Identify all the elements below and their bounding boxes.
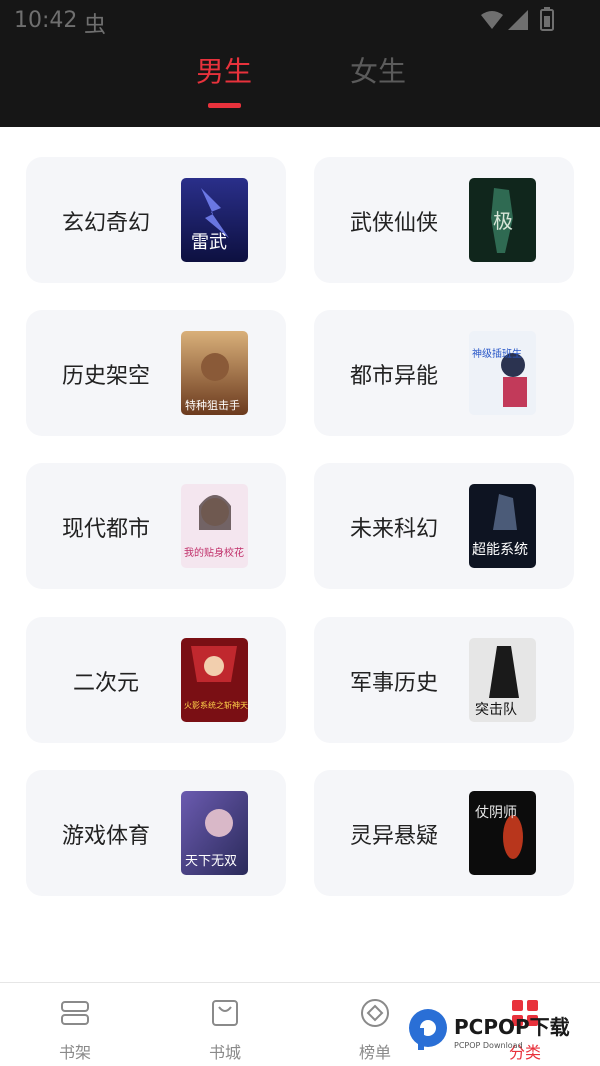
category-label: 现代都市	[61, 517, 150, 542]
category-label: 灵异悬疑	[349, 824, 438, 849]
nav-label: 书架	[58, 1043, 91, 1062]
cover-title: 火影系统之斩神天下	[184, 700, 248, 710]
category-card-xuanhuan[interactable]: 玄幻奇幻 雷武	[26, 157, 286, 283]
nav-label: 书城	[208, 1043, 241, 1062]
category-card-military[interactable]: 军事历史 突击队	[314, 617, 574, 743]
cover-title: 天下无双	[185, 854, 237, 869]
category-label: 二次元	[72, 671, 139, 696]
status-bar: 10:42 虫	[0, 0, 600, 40]
category-label: 军事历史	[349, 671, 438, 696]
category-card-urban-power[interactable]: 都市异能 神级插班生	[314, 310, 574, 436]
book-cover-image: 特种狙击手	[181, 331, 248, 415]
category-label: 未来科幻	[349, 517, 438, 542]
cover-title: 特种狙击手	[185, 398, 240, 412]
nav-bookstore[interactable]: 书城	[175, 983, 275, 1066]
cover-title: 神级插班生	[472, 347, 522, 360]
bag-icon	[212, 1000, 238, 1026]
diamond-icon	[361, 999, 389, 1027]
tab-female[interactable]: 女生	[350, 50, 406, 90]
book-cover-image: 仗阴师	[469, 791, 536, 875]
bookshelf-icon	[61, 1001, 89, 1025]
category-label: 玄幻奇幻	[61, 211, 150, 236]
cover-title: 突击队	[475, 702, 517, 718]
category-card-wuxia[interactable]: 武侠仙侠 极	[314, 157, 574, 283]
cover-title: 超能系统	[472, 542, 528, 558]
bug-icon: 虫	[84, 13, 107, 38]
category-card-game-sports[interactable]: 游戏体育 天下无双	[26, 770, 286, 896]
cover-title: 雷武	[191, 232, 227, 253]
tab-male[interactable]: 男生	[196, 50, 252, 90]
signal-icons	[481, 10, 528, 30]
category-label: 历史架空	[61, 364, 150, 389]
category-label: 游戏体育	[61, 824, 150, 849]
category-label: 都市异能	[349, 364, 438, 389]
book-cover-image: 超能系统	[469, 484, 536, 568]
book-cover-image: 突击队	[469, 638, 536, 722]
status-time: 10:42	[14, 8, 78, 33]
category-card-supernatural[interactable]: 灵异悬疑 仗阴师	[314, 770, 574, 896]
top-header: 10:42 虫 男生 女生	[0, 0, 600, 127]
category-card-acg[interactable]: 二次元 火影系统之斩神天下	[26, 617, 286, 743]
battery-icon	[540, 7, 554, 31]
book-cover-image: 火影系统之斩神天下	[181, 638, 248, 722]
book-cover-image: 极	[469, 178, 536, 262]
cover-title: 极	[493, 209, 513, 233]
book-cover-image: 天下无双	[181, 791, 248, 875]
cover-title: 我的贴身校花	[184, 546, 244, 559]
watermark-brand: PCPOP下载	[454, 1015, 570, 1039]
category-label: 武侠仙侠	[349, 211, 438, 236]
book-cover-image: 神级插班生	[469, 331, 536, 415]
cover-title: 仗阴师	[475, 805, 517, 821]
category-card-modern-urban[interactable]: 现代都市 我的贴身校花	[26, 463, 286, 589]
nav-bookshelf[interactable]: 书架	[25, 983, 125, 1066]
watermark-sub: PCPOP Download	[454, 1041, 523, 1050]
book-cover-image: 我的贴身校花	[181, 484, 248, 568]
category-card-history[interactable]: 历史架空 特种狙击手	[26, 310, 286, 436]
book-cover-image: 雷武	[181, 178, 248, 262]
watermark-logo: PCPOP下载 PCPOP Download	[409, 1009, 570, 1050]
active-tab-indicator	[208, 103, 241, 108]
category-card-scifi[interactable]: 未来科幻 超能系统	[314, 463, 574, 589]
